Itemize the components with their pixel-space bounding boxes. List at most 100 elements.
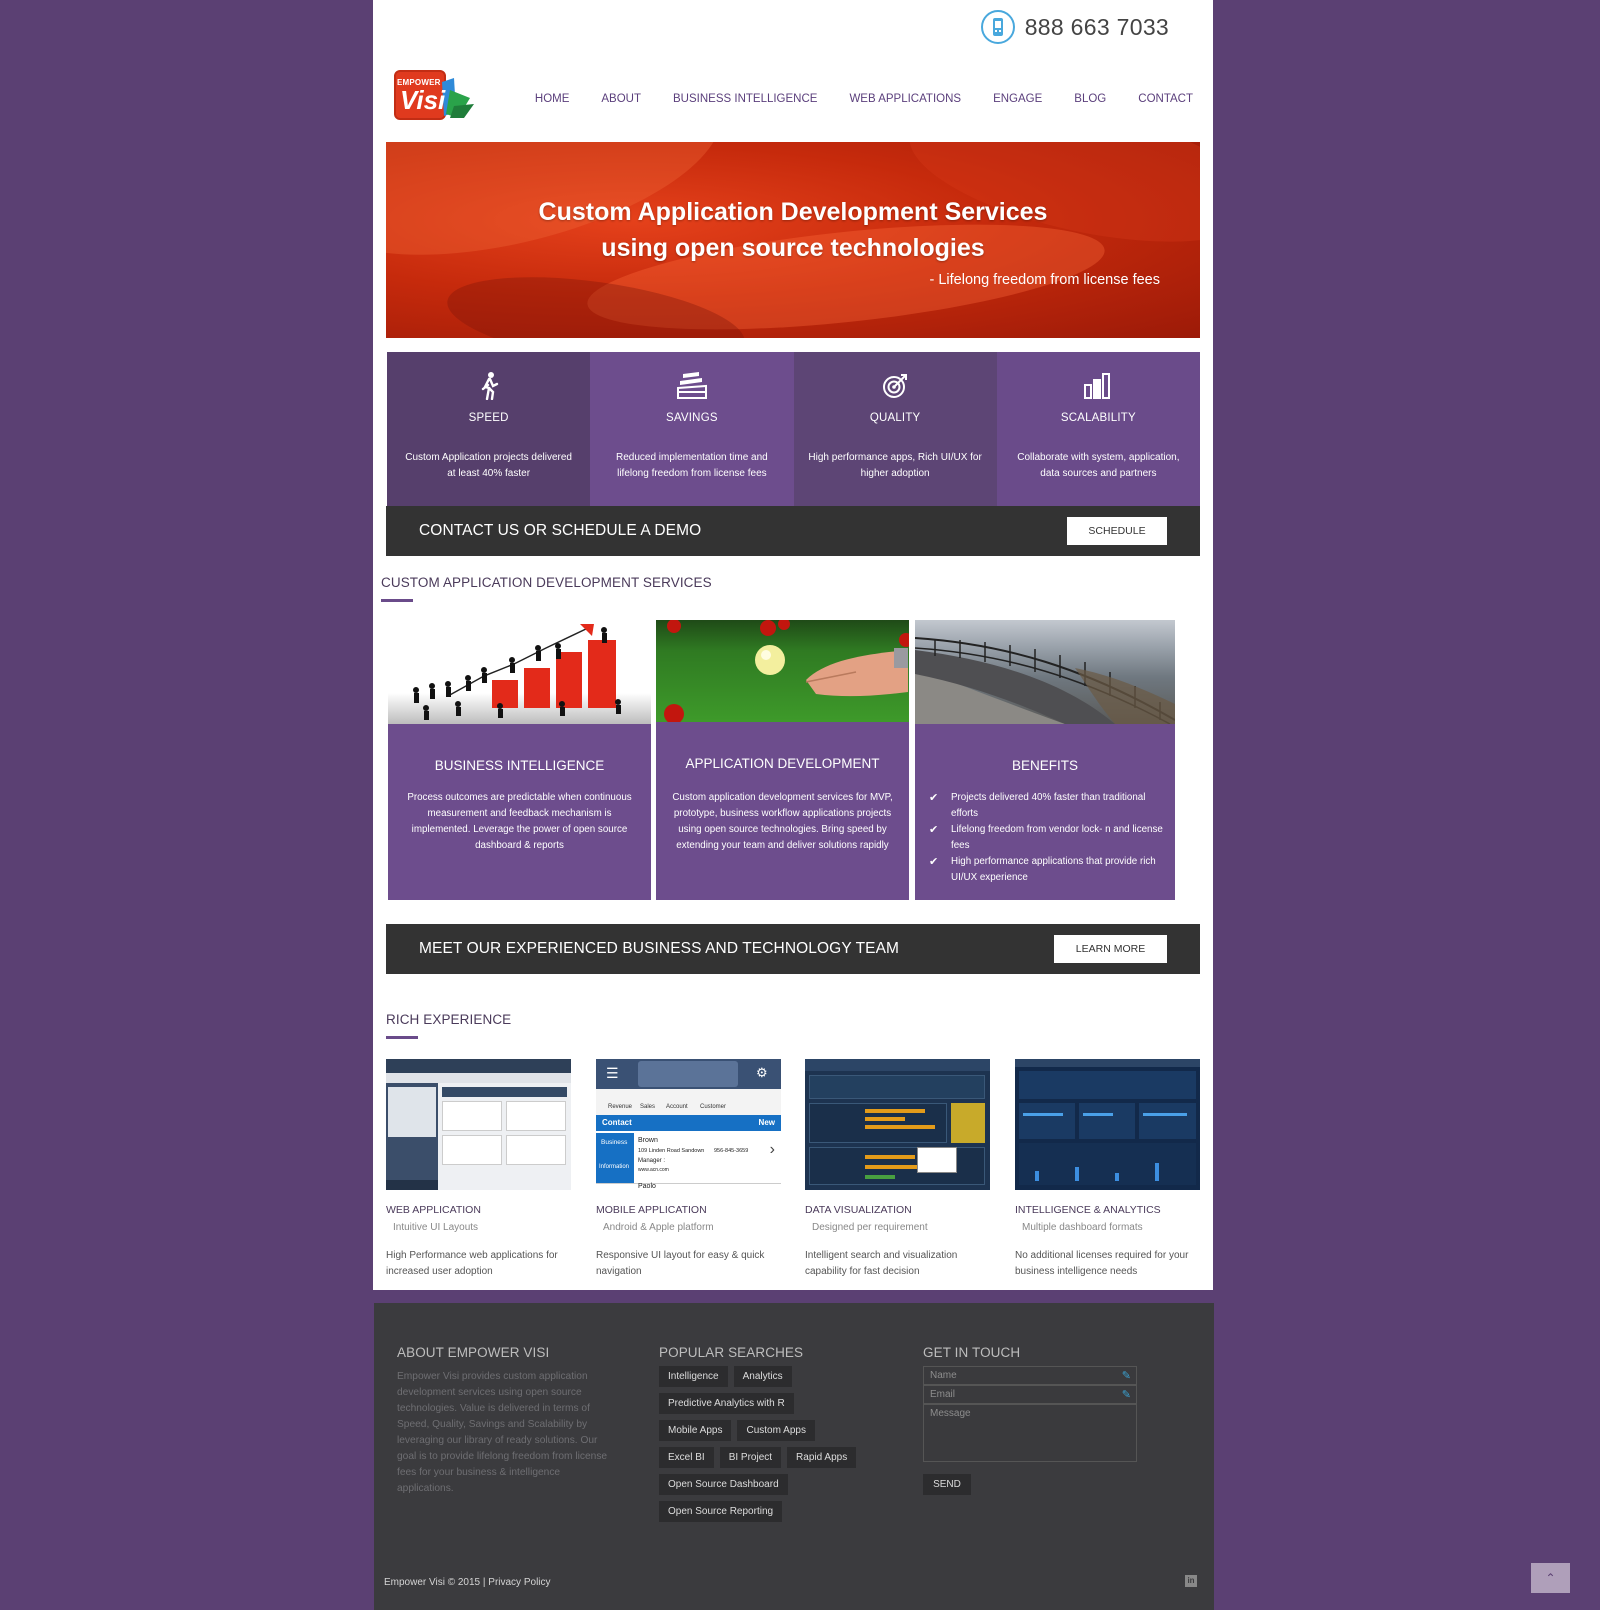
rich-text: Responsive UI layout for easy & quick na… xyxy=(596,1250,765,1277)
rich-item-web-app[interactable]: WEB APPLICATION Intuitive UI Layouts Hig… xyxy=(386,1059,571,1280)
feature-savings: SAVINGS Reduced implementation time and … xyxy=(590,352,794,506)
tag-link[interactable]: Excel BI xyxy=(659,1447,714,1468)
nav-blog[interactable]: BLOG xyxy=(1058,93,1122,105)
walking-person-icon xyxy=(387,370,590,402)
double-check-icon: ✔ xyxy=(929,792,939,804)
tab-label: Customer xyxy=(700,1104,727,1110)
feature-title: SCALABILITY xyxy=(1060,412,1136,424)
billiards-image xyxy=(656,620,909,722)
nav-about[interactable]: ABOUT xyxy=(585,93,657,105)
pencil-icon: ✎ xyxy=(1121,1370,1131,1382)
seaside-path-image xyxy=(915,620,1175,724)
mobile-phone-icon xyxy=(980,10,1015,44)
card-business-intelligence[interactable]: BUSINESS INTELLIGENCE Process outcomes a… xyxy=(388,620,651,900)
feature-title: SPEED xyxy=(468,412,509,424)
rich-title: DATA VISUALIZATION xyxy=(805,1204,912,1216)
logo[interactable]: EMPOWER Visi xyxy=(394,68,478,123)
feature-scalability: SCALABILITY Collaborate with system, app… xyxy=(996,352,1200,506)
email-field[interactable]: Email ✎ xyxy=(923,1385,1137,1404)
contact-address: 109 Linden Road Sandown xyxy=(638,1148,705,1154)
message-field[interactable]: Message xyxy=(923,1404,1137,1462)
phone-contact[interactable]: 888 663 7033 xyxy=(980,10,1169,44)
feature-text: High performance apps, Rich UI/UX for hi… xyxy=(808,452,982,479)
list-item: ✔ Projects delivered 40% faster than trad… xyxy=(929,792,1146,819)
card-benefits[interactable]: BENEFITS ✔ Projects delivered 40% faster … xyxy=(915,620,1175,900)
rich-subtitle: Android & Apple platform xyxy=(603,1222,714,1233)
section-underline xyxy=(381,599,413,602)
team-bar: MEET OUR EXPERIENCED BUSINESS AND TECHNO… xyxy=(386,924,1200,974)
pencil-icon: ✎ xyxy=(1121,1389,1131,1401)
learn-more-button[interactable]: LEARN MORE xyxy=(1054,935,1167,963)
stack-of-bills-icon xyxy=(590,370,793,402)
linkedin-icon[interactable]: in xyxy=(1185,1575,1197,1587)
message-placeholder: Message xyxy=(930,1408,971,1419)
tag-link[interactable]: Open Source Dashboard xyxy=(659,1474,788,1495)
footer-contact-title: GET IN TOUCH xyxy=(923,1345,1021,1360)
menu-icon: ☰ xyxy=(606,1065,619,1081)
nav-home[interactable]: HOME xyxy=(519,93,586,105)
banner-headline: Custom Application Development Services … xyxy=(386,194,1200,266)
tag-link[interactable]: Predictive Analytics with R xyxy=(659,1393,794,1414)
popular-searches: Intelligence Analytics Predictive Analyti… xyxy=(659,1366,869,1528)
contact-name: Brown xyxy=(638,1137,658,1144)
schedule-button[interactable]: SCHEDULE xyxy=(1067,517,1167,545)
name-field[interactable]: Name ✎ xyxy=(923,1366,1137,1385)
data-viz-screenshot xyxy=(805,1059,990,1190)
footer-searches-title: POPULAR SEARCHES xyxy=(659,1345,804,1360)
tab-label: Account xyxy=(666,1104,688,1110)
rich-item-mobile-app[interactable]: ☰ ⚙ Revenue Sales Account Customer Conta… xyxy=(596,1059,781,1280)
tag-link[interactable]: BI Project xyxy=(719,1447,782,1468)
chevron-up-icon: ⌃ xyxy=(1545,1571,1556,1585)
page-container: 888 663 7033 EMPOWER Visi HOME ABOUT BUS… xyxy=(373,0,1213,1290)
double-check-icon: ✔ xyxy=(929,824,939,836)
tag-link[interactable]: Open Source Reporting xyxy=(659,1501,783,1522)
feature-text: Reduced implementation time and lifelong… xyxy=(615,452,768,479)
tag-link[interactable]: Mobile Apps xyxy=(659,1420,732,1441)
footer-about-text: Empower Visi provides custom application… xyxy=(397,1371,608,1494)
nav-business-intelligence[interactable]: BUSINESS INTELLIGENCE xyxy=(657,93,833,105)
banner-line-2: using open source technologies xyxy=(601,234,985,262)
phone-number: 888 663 7033 xyxy=(1024,13,1169,40)
name-placeholder: Name xyxy=(930,1370,957,1381)
rich-item-intelligence-analytics[interactable]: INTELLIGENCE & ANALYTICS Multiple dashbo… xyxy=(1015,1059,1200,1280)
business-growth-image xyxy=(388,620,651,724)
bar-chart-icon xyxy=(997,370,1200,402)
tag-link[interactable]: Custom Apps xyxy=(737,1420,815,1441)
schedule-demo-bar: CONTACT US OR SCHEDULE A DEMO SCHEDULE xyxy=(386,506,1200,556)
list-item: ✔ High performance applications that prov… xyxy=(929,856,1156,883)
nav-engage[interactable]: ENGAGE xyxy=(977,93,1058,105)
back-to-top-button[interactable]: ⌃ xyxy=(1531,1563,1570,1593)
footer-about-title: ABOUT EMPOWER VISI xyxy=(397,1345,550,1360)
rich-item-data-visualization[interactable]: DATA VISUALIZATION Designed per requirem… xyxy=(805,1059,990,1280)
nav-contact[interactable]: CONTACT xyxy=(1122,93,1193,105)
copyright[interactable]: Empower Visi © 2015 | Privacy Policy xyxy=(384,1577,551,1588)
hero-banner: Custom Application Development Services … xyxy=(386,142,1200,338)
tag-link[interactable]: Rapid Apps xyxy=(787,1447,857,1468)
contact-form: Name ✎ Email ✎ Message SEND xyxy=(923,1366,1137,1495)
feature-speed: SPEED Custom Application projects delive… xyxy=(387,352,591,506)
rich-text: High Performance web applications for in… xyxy=(386,1250,558,1277)
chevron-right-icon: › xyxy=(769,1141,775,1158)
tag-link[interactable]: Intelligence xyxy=(659,1366,728,1387)
information-label: Information xyxy=(599,1164,630,1170)
tag-link[interactable]: Analytics xyxy=(733,1366,792,1387)
features-strip: SPEED Custom Application projects delive… xyxy=(387,352,1200,506)
new-label: New xyxy=(758,1118,775,1127)
target-icon xyxy=(794,370,997,402)
banner-tagline: - Lifelong freedom from license fees xyxy=(929,272,1161,288)
services-section-title: CUSTOM APPLICATION DEVELOPMENT SERVICES xyxy=(381,575,712,590)
logo-text-main: Visi xyxy=(400,85,446,115)
rich-text: Intelligent search and visualization cap… xyxy=(805,1250,958,1277)
nav-web-applications[interactable]: WEB APPLICATIONS xyxy=(833,93,977,105)
contact-manager: Manager : xyxy=(638,1158,666,1164)
card-text: Custom application development services … xyxy=(672,792,893,851)
email-placeholder: Email xyxy=(930,1389,956,1400)
rich-subtitle: Multiple dashboard formats xyxy=(1022,1222,1143,1233)
contact-label: Contact xyxy=(602,1118,632,1127)
card-application-development[interactable]: APPLICATION DEVELOPMENT Custom applicati… xyxy=(656,620,909,900)
business-label: Business xyxy=(601,1139,628,1146)
rich-text: No additional licenses required for your… xyxy=(1015,1250,1189,1277)
rich-title: WEB APPLICATION xyxy=(386,1204,481,1216)
send-button[interactable]: SEND xyxy=(923,1474,971,1495)
analytics-dashboard-screenshot xyxy=(1015,1059,1200,1190)
